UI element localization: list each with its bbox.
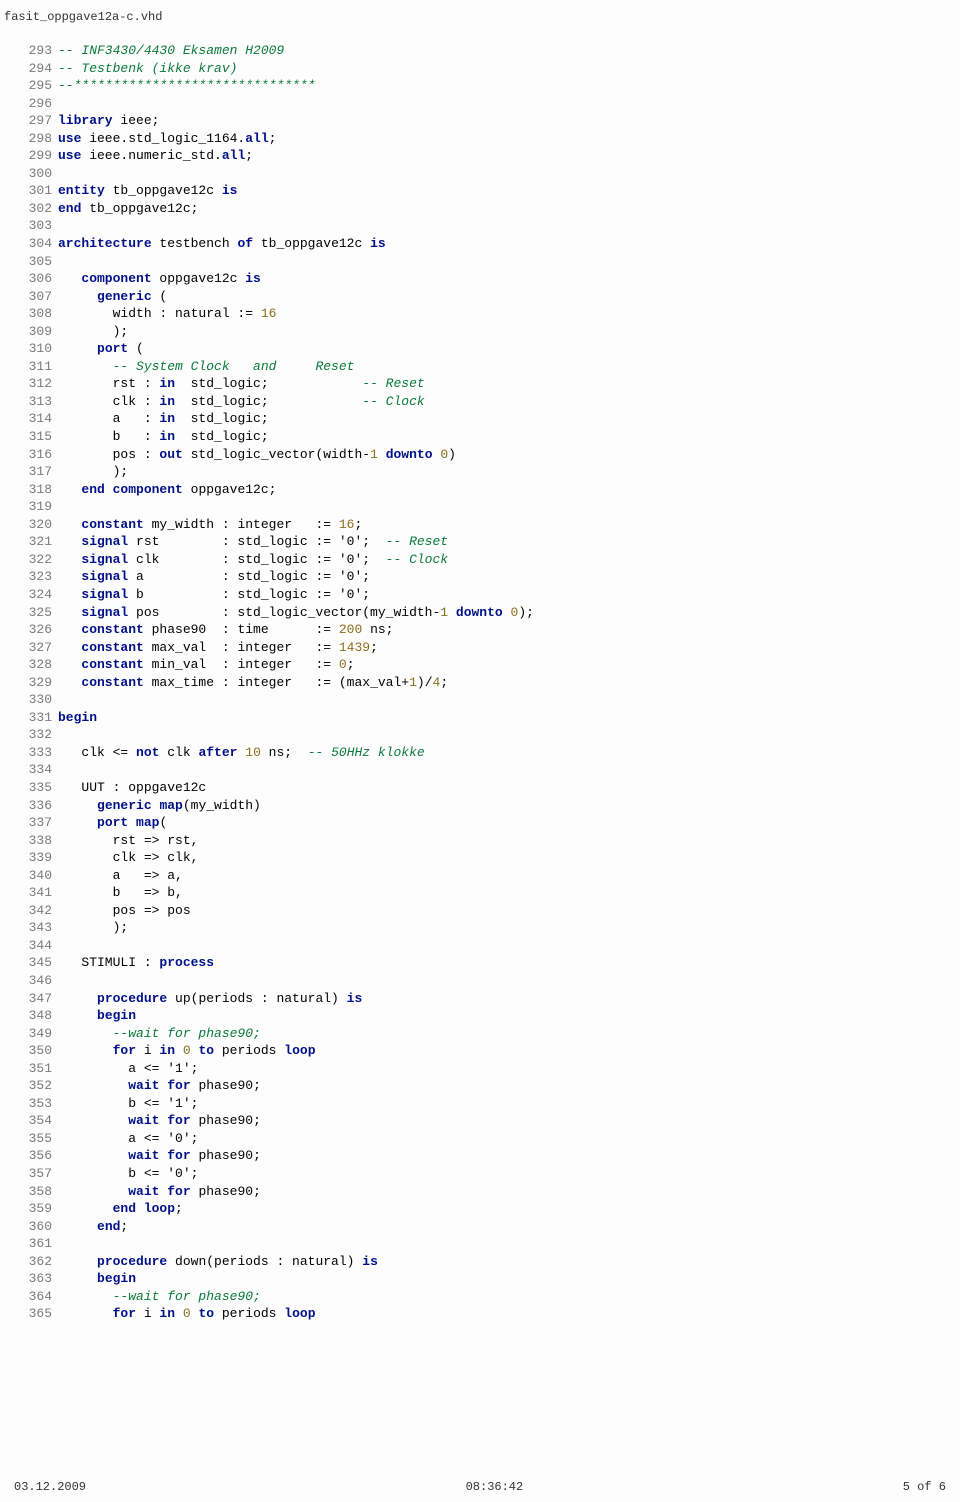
line-number: 362 xyxy=(14,1253,52,1271)
line-number: 297 xyxy=(14,112,52,130)
line-number: 303 xyxy=(14,217,52,235)
line-number: 353 xyxy=(14,1095,52,1113)
line-number: 346 xyxy=(14,972,52,990)
line-number: 310 xyxy=(14,340,52,358)
line-number: 308 xyxy=(14,305,52,323)
line-number: 351 xyxy=(14,1060,52,1078)
line-number: 304 xyxy=(14,235,52,253)
line-number: 344 xyxy=(14,937,52,955)
line-number: 342 xyxy=(14,902,52,920)
line-number: 298 xyxy=(14,130,52,148)
line-number: 302 xyxy=(14,200,52,218)
line-number: 306 xyxy=(14,270,52,288)
line-number: 296 xyxy=(14,95,52,113)
line-number: 325 xyxy=(14,604,52,622)
line-number: 316 xyxy=(14,446,52,464)
line-number: 328 xyxy=(14,656,52,674)
line-number: 301 xyxy=(14,182,52,200)
line-number: 354 xyxy=(14,1112,52,1130)
line-number: 311 xyxy=(14,358,52,376)
line-number: 359 xyxy=(14,1200,52,1218)
line-number: 312 xyxy=(14,375,52,393)
line-number: 345 xyxy=(14,954,52,972)
line-number: 299 xyxy=(14,147,52,165)
line-number: 295 xyxy=(14,77,52,95)
line-number: 341 xyxy=(14,884,52,902)
line-number: 358 xyxy=(14,1183,52,1201)
line-number: 319 xyxy=(14,498,52,516)
line-number: 340 xyxy=(14,867,52,885)
line-number: 322 xyxy=(14,551,52,569)
line-number: 327 xyxy=(14,639,52,657)
line-number: 337 xyxy=(14,814,52,832)
line-number: 307 xyxy=(14,288,52,306)
line-number: 321 xyxy=(14,533,52,551)
line-number: 334 xyxy=(14,761,52,779)
line-number: 338 xyxy=(14,832,52,850)
line-number: 330 xyxy=(14,691,52,709)
line-number: 315 xyxy=(14,428,52,446)
line-number: 360 xyxy=(14,1218,52,1236)
line-number: 320 xyxy=(14,516,52,534)
line-number: 293 xyxy=(14,42,52,60)
line-number: 324 xyxy=(14,586,52,604)
page-footer: 03.12.2009 08:36:42 5 of 6 xyxy=(0,1480,960,1494)
line-number: 347 xyxy=(14,990,52,1008)
line-number: 333 xyxy=(14,744,52,762)
line-number: 361 xyxy=(14,1235,52,1253)
line-number: 326 xyxy=(14,621,52,639)
line-number: 349 xyxy=(14,1025,52,1043)
line-number: 323 xyxy=(14,568,52,586)
line-number: 305 xyxy=(14,253,52,271)
line-number: 329 xyxy=(14,674,52,692)
line-number: 313 xyxy=(14,393,52,411)
footer-time: 08:36:42 xyxy=(466,1480,524,1494)
line-number: 365 xyxy=(14,1305,52,1323)
file-name: fasit_oppgave12a-c.vhd xyxy=(0,10,960,42)
code-block: 293-- INF3430/4430 Eksamen H2009 294-- T… xyxy=(0,42,960,1323)
line-number: 331 xyxy=(14,709,52,727)
line-number: 350 xyxy=(14,1042,52,1060)
line-number: 332 xyxy=(14,726,52,744)
line-number: 300 xyxy=(14,165,52,183)
line-number: 317 xyxy=(14,463,52,481)
line-number: 355 xyxy=(14,1130,52,1148)
document-page: fasit_oppgave12a-c.vhd 293-- INF3430/443… xyxy=(0,0,960,1502)
line-number: 318 xyxy=(14,481,52,499)
line-number: 309 xyxy=(14,323,52,341)
footer-page: 5 of 6 xyxy=(903,1480,946,1494)
line-number: 348 xyxy=(14,1007,52,1025)
line-number: 335 xyxy=(14,779,52,797)
line-number: 352 xyxy=(14,1077,52,1095)
line-number: 356 xyxy=(14,1147,52,1165)
line-number: 336 xyxy=(14,797,52,815)
line-number: 364 xyxy=(14,1288,52,1306)
line-number: 339 xyxy=(14,849,52,867)
line-number: 357 xyxy=(14,1165,52,1183)
line-number: 314 xyxy=(14,410,52,428)
line-number: 363 xyxy=(14,1270,52,1288)
footer-date: 03.12.2009 xyxy=(14,1480,86,1494)
line-number: 343 xyxy=(14,919,52,937)
line-number: 294 xyxy=(14,60,52,78)
